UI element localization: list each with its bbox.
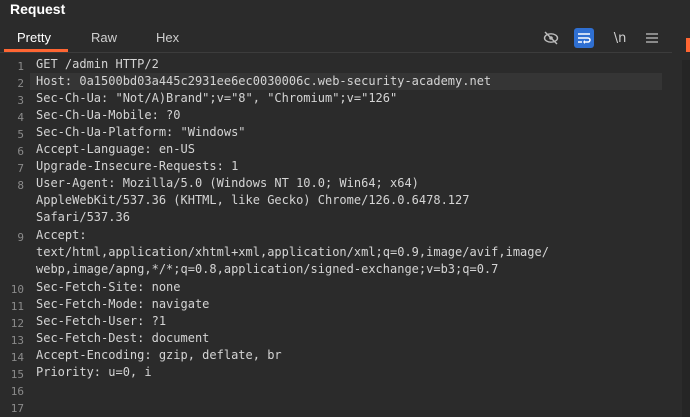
panel-title: Request <box>10 1 66 17</box>
header-user-agent-cont: AppleWebKit/537.36 (KHTML, like Gecko) C… <box>36 193 470 207</box>
adjacent-panel-edge <box>682 60 690 417</box>
request-line: GET /admin HTTP/2 <box>36 57 159 71</box>
tab-pretty[interactable]: Pretty <box>17 26 51 50</box>
hamburger-menu-icon <box>646 33 658 43</box>
header-sec-fetch-mode: Sec-Fetch-Mode: navigate <box>36 297 210 311</box>
header-accept-encoding: Accept-Encoding: gzip, deflate, br <box>36 348 282 362</box>
header-sec-ch-ua-mobile: Sec-Ch-Ua-Mobile: ?0 <box>36 108 181 122</box>
line-number: 12 <box>10 317 24 330</box>
line-number: 13 <box>10 334 24 347</box>
line-number: 16 <box>10 385 24 398</box>
tab-bar: Pretty Raw Hex \n <box>0 26 672 53</box>
header-user-agent: User-Agent: Mozilla/5.0 (Windows NT 10.0… <box>36 176 419 190</box>
show-newlines-button[interactable]: \n <box>610 28 630 48</box>
hide-nonprintable-button[interactable] <box>541 28 561 48</box>
line-number: 4 <box>17 111 24 124</box>
header-sec-ch-ua: Sec-Ch-Ua: "Not/A)Brand";v="8", "Chromiu… <box>36 91 398 105</box>
header-sec-fetch-user: Sec-Fetch-User: ?1 <box>36 314 167 328</box>
header-sec-fetch-site: Sec-Fetch-Site: none <box>36 280 181 294</box>
word-wrap-toggle[interactable] <box>574 28 594 48</box>
line-number: 11 <box>10 300 24 313</box>
line-number: 9 <box>17 231 24 244</box>
line-number: 1 <box>17 60 24 73</box>
eye-slash-icon <box>543 31 559 45</box>
line-number: 6 <box>17 145 24 158</box>
line-number: 8 <box>17 179 24 192</box>
header-accept: Accept: <box>36 228 87 242</box>
line-number: 10 <box>10 283 24 296</box>
tab-hex[interactable]: Hex <box>156 26 179 50</box>
header-host: Host: 0a1500bd03a445c2931ee6ec0030006c.w… <box>36 74 492 88</box>
menu-button[interactable] <box>643 28 661 48</box>
adjacent-panel-accent <box>686 38 690 52</box>
line-number: 2 <box>17 77 24 90</box>
header-sec-ch-ua-platform: Sec-Ch-Ua-Platform: "Windows" <box>36 125 246 139</box>
request-editor[interactable]: 1 2 3 4 5 6 7 8 9 10 11 12 13 14 15 16 1… <box>0 55 672 417</box>
line-number: 3 <box>17 94 24 107</box>
header-priority: Priority: u=0, i <box>36 365 152 379</box>
header-sec-fetch-dest: Sec-Fetch-Dest: document <box>36 331 210 345</box>
header-user-agent-cont: Safari/537.36 <box>36 210 130 224</box>
header-accept-cont: webp,image/apng,*/*;q=0.8,application/si… <box>36 262 499 276</box>
line-number: 5 <box>17 128 24 141</box>
word-wrap-icon <box>578 33 591 44</box>
line-number: 15 <box>10 368 24 381</box>
line-number: 7 <box>17 162 24 175</box>
active-tab-indicator <box>4 49 68 52</box>
line-number: 14 <box>10 351 24 364</box>
header-accept-language: Accept-Language: en-US <box>36 142 195 156</box>
tab-raw[interactable]: Raw <box>91 26 117 50</box>
line-number: 17 <box>10 402 24 415</box>
header-accept-cont: text/html,application/xhtml+xml,applicat… <box>36 245 549 259</box>
header-upgrade-insecure-requests: Upgrade-Insecure-Requests: 1 <box>36 159 239 173</box>
